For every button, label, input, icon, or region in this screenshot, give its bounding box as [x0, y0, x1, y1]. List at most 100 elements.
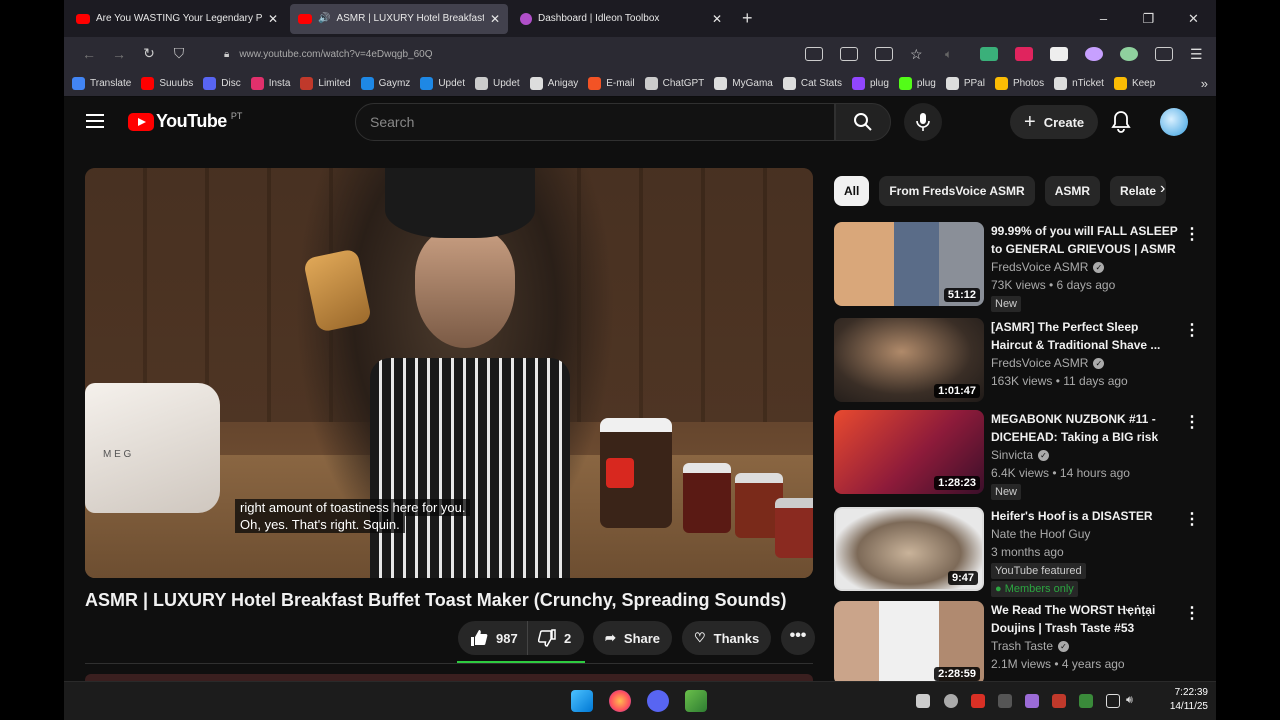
bookmark-item[interactable]: nTicket: [1054, 76, 1104, 90]
recommendation-item[interactable]: 1:28:23 MEGABONK NUZBONK #11 - DICEHEAD:…: [834, 410, 1214, 500]
chip-related[interactable]: Relate: [1110, 176, 1167, 206]
bookmark-item[interactable]: Cat Stats: [782, 76, 842, 90]
extension-icon[interactable]: [1120, 46, 1138, 61]
windows-start-icon[interactable]: [571, 690, 593, 712]
bookmark-item[interactable]: Limited: [300, 76, 351, 90]
hamburger-menu-icon[interactable]: [86, 114, 104, 132]
bookmark-item[interactable]: E-mail: [588, 76, 635, 90]
browser-tab-2[interactable]: 🔊 ASMR | LUXURY Hotel Breakfast ✕: [290, 3, 508, 34]
discord-tray-icon[interactable]: [916, 694, 930, 708]
dislike-button[interactable]: 2: [528, 629, 571, 647]
browser-tab-1[interactable]: Are You WASTING Your Legendary Po ✕: [68, 4, 286, 34]
voice-search-button[interactable]: [904, 103, 942, 141]
chip-from-channel[interactable]: From FredsVoice ASMR: [879, 176, 1035, 206]
recommendation-title[interactable]: [ASMR] The Perfect Sleep Haircut & Tradi…: [991, 318, 1181, 354]
minimize-button[interactable]: –: [1081, 0, 1126, 37]
bookmark-item[interactable]: ChatGPT: [644, 76, 704, 90]
extension-icon[interactable]: [1085, 46, 1103, 61]
notifications-bell-icon[interactable]: [1111, 110, 1131, 139]
new-tab-button[interactable]: +: [742, 8, 753, 29]
menu-icon[interactable]: ☰: [1190, 47, 1208, 61]
screenshot-icon[interactable]: [805, 46, 823, 61]
tray-icon[interactable]: [998, 694, 1012, 708]
bookmark-item[interactable]: Updet: [420, 76, 465, 90]
star-icon[interactable]: ☆: [910, 47, 928, 61]
extensions-puzzle-icon[interactable]: [1155, 46, 1173, 61]
recommendation-item[interactable]: 51:12 99.99% of you will FALL ASLEEP to …: [834, 222, 1214, 312]
bookmark-item[interactable]: plug: [898, 76, 936, 90]
bookmarks-overflow-icon[interactable]: »: [1201, 76, 1208, 91]
more-options-icon[interactable]: ⋮: [1184, 603, 1200, 623]
video-player[interactable]: M E G right amount of toastiness here fo…: [85, 168, 813, 578]
channel-name[interactable]: FredsVoice ASMR ✓: [991, 258, 1181, 276]
share-button[interactable]: ➦ Share: [593, 621, 673, 655]
tray-icon[interactable]: [1052, 694, 1066, 708]
bookmark-item[interactable]: Disc: [203, 76, 241, 90]
chevron-right-icon[interactable]: ›: [1160, 180, 1165, 198]
close-icon[interactable]: ✕: [712, 12, 722, 26]
forward-icon[interactable]: →: [104, 46, 134, 62]
speaker-icon[interactable]: 🔊: [318, 13, 330, 24]
gmail-tray-icon[interactable]: [971, 694, 985, 708]
lock-icon[interactable]: 🔒︎: [224, 49, 229, 60]
more-options-icon[interactable]: ⋮: [1184, 412, 1200, 432]
like-button[interactable]: 987: [458, 621, 528, 655]
close-icon[interactable]: ✕: [268, 12, 278, 26]
tray-icon[interactable]: [1025, 694, 1039, 708]
channel-name[interactable]: Sinvicta ✓: [991, 446, 1181, 464]
tray-icon[interactable]: [1079, 694, 1093, 708]
steam-tray-icon[interactable]: [944, 694, 958, 708]
close-window-button[interactable]: ✕: [1171, 0, 1216, 37]
recommendation-title[interactable]: Heifer's Hoof is a DISASTER: [991, 507, 1181, 525]
chip-all[interactable]: All: [834, 176, 870, 206]
bookmark-item[interactable]: Photos: [994, 76, 1044, 90]
extension-icon[interactable]: [980, 46, 998, 61]
reader-view-icon[interactable]: [875, 46, 893, 61]
recommendation-item[interactable]: 1:01:47 [ASMR] The Perfect Sleep Haircut…: [834, 318, 1214, 406]
close-icon[interactable]: ✕: [490, 12, 500, 26]
mute-icon[interactable]: 🔈︎: [945, 47, 963, 61]
youtube-logo[interactable]: YouTube PT: [128, 111, 242, 132]
firefox-icon[interactable]: [609, 690, 631, 712]
bookmark-item[interactable]: MyGama: [714, 76, 773, 90]
bookmark-item[interactable]: Insta: [250, 76, 290, 90]
video-thumbnail[interactable]: 1:01:47: [834, 318, 984, 402]
extension-icon[interactable]: [1050, 46, 1068, 61]
back-icon[interactable]: ←: [74, 46, 104, 62]
recommendation-title[interactable]: We Read The WORST Ⲏҿṅṭại Doujins | Trash…: [991, 601, 1181, 637]
video-thumbnail[interactable]: 9:47: [834, 507, 984, 591]
app-icon[interactable]: [685, 690, 707, 712]
create-button[interactable]: + Create: [1010, 105, 1099, 139]
volume-icon[interactable]: 🔊︎: [1126, 694, 1140, 708]
shield-icon[interactable]: ⛉: [164, 45, 194, 62]
search-box[interactable]: [355, 103, 835, 141]
more-actions-button[interactable]: •••: [781, 621, 815, 655]
video-thumbnail[interactable]: 2:28:59: [834, 601, 984, 685]
more-options-icon[interactable]: ⋮: [1184, 224, 1200, 244]
discord-icon[interactable]: [647, 690, 669, 712]
bookmark-item[interactable]: Suuubs: [141, 76, 193, 90]
search-input[interactable]: [356, 104, 834, 140]
maximize-button[interactable]: ❐: [1126, 0, 1171, 37]
microphone-extension-icon[interactable]: [1015, 46, 1033, 61]
more-options-icon[interactable]: ⋮: [1184, 320, 1200, 340]
bookmark-item[interactable]: Keep: [1113, 76, 1155, 90]
search-button[interactable]: [835, 103, 891, 141]
bookmark-item[interactable]: PPal: [945, 76, 985, 90]
channel-name[interactable]: FredsVoice ASMR ✓: [991, 354, 1181, 372]
reload-icon[interactable]: ↻: [134, 45, 164, 62]
chip-asmr[interactable]: ASMR: [1044, 176, 1101, 206]
bookmark-item[interactable]: Translate: [72, 76, 131, 90]
url-bar[interactable]: 🔒︎ www.youtube.com/watch?v=4eDwqgb_60Q: [224, 42, 866, 66]
browser-tab-3[interactable]: Dashboard | Idleon Toolbox ✕: [512, 4, 730, 34]
recommendation-title[interactable]: 99.99% of you will FALL ASLEEP to GENERA…: [991, 222, 1181, 258]
channel-name[interactable]: Trash Taste ✓: [991, 637, 1181, 655]
bookmark-item[interactable]: Updet: [475, 76, 520, 90]
avatar[interactable]: [1160, 108, 1188, 136]
video-thumbnail[interactable]: 1:28:23: [834, 410, 984, 494]
thanks-button[interactable]: ♡ Thanks: [682, 621, 772, 655]
network-icon[interactable]: [1106, 694, 1120, 708]
recommendation-title[interactable]: MEGABONK NUZBONK #11 - DICEHEAD: Taking …: [991, 410, 1181, 446]
recommendation-item[interactable]: 9:47 Heifer's Hoof is a DISASTER Nate th…: [834, 507, 1214, 597]
download-icon[interactable]: [840, 46, 858, 61]
